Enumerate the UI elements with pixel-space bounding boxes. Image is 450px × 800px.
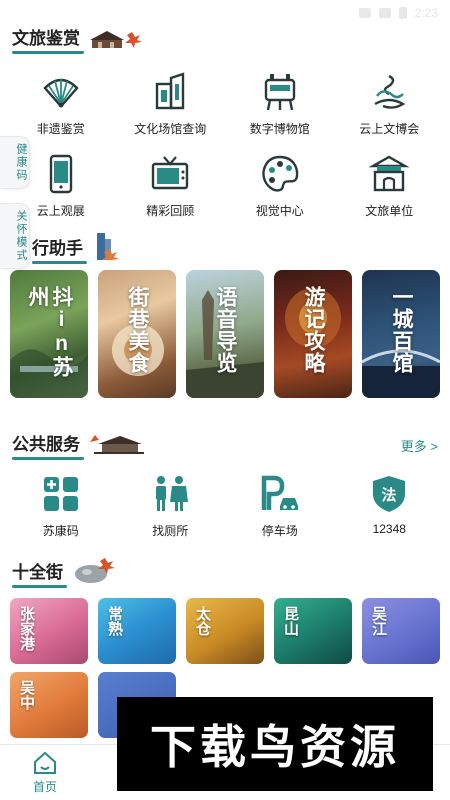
grid-item-heritage[interactable]: 非遗鉴赏 [6,60,116,142]
service-item-legal-hotline[interactable]: 法 12348 [335,466,445,550]
card-travel-guide[interactable]: 游记攻略 [274,270,352,398]
watermark-banner: 下载鸟资源 [117,697,433,791]
travel-cards: 抖in苏州 街巷美食 语音导览 游记攻略 一城百馆 [0,270,450,398]
grid-item-venue-search[interactable]: 文化场馆查询 [116,60,226,142]
section-title: 文旅鉴赏 [12,24,84,54]
service-item-parking[interactable]: 停车场 [225,466,335,550]
grid-item-digital-museum[interactable]: 数字博物馆 [225,60,335,142]
law-shield-icon: 法 [373,476,406,512]
parking-icon [261,475,298,510]
grid-label: 精彩回顾 [146,204,195,218]
side-tab-health-code[interactable]: 健康码 [0,136,30,189]
street-label: 吴江 [370,606,387,636]
public-services-grid: 苏康码 找厕所 停车场 法 12348 [0,466,450,550]
grid-label: 文化场馆查询 [134,122,207,136]
grid-label: 视觉中心 [255,204,304,218]
grid-label: 云上观展 [36,204,85,218]
restroom-icon [156,476,189,511]
grid-label: 数字博物馆 [249,122,310,136]
card-audio-guide[interactable]: 语音导览 [186,270,264,398]
service-item-restroom[interactable]: 找厕所 [116,466,226,550]
section-header-public-services: 公共服务 更多 > [0,426,450,462]
service-label: 12348 [372,522,406,536]
tab-home[interactable]: 首页 [0,745,90,800]
more-link[interactable]: 更多 > [401,436,438,455]
grid-item-cloud-expo[interactable]: 云上文博会 [335,60,445,142]
card-street-food[interactable]: 街巷美食 [98,270,176,398]
card-label: 语音导览 [214,286,237,374]
street-card-kunshan[interactable]: 昆山 [274,598,352,664]
building-icon [156,72,185,110]
grid-label: 云上文博会 [359,122,420,136]
card-label: 街巷美食 [126,286,149,374]
grid-item-highlights[interactable]: 精彩回顾 [116,142,226,224]
street-label: 吴中 [18,680,35,710]
swirl-cloud-icon [374,74,406,109]
health-code-icon [43,477,78,511]
wifi-icon [358,8,371,18]
status-time: 2:23 [414,6,438,20]
street-label: 张家港 [18,606,35,651]
grid-item-units[interactable]: 文旅单位 [335,142,445,224]
card-label: 一城百馆 [390,286,413,374]
rock-maple-decoration-icon [75,558,115,583]
card-label: 抖in苏州 [26,286,73,378]
grid-label: 非遗鉴赏 [36,122,85,136]
card-label: 游记攻略 [302,286,325,374]
appreciation-grid: 非遗鉴赏 文化场馆查询 数字博物馆 云上文博会 云上观展 精彩回顾 视觉中心 文… [0,60,450,224]
service-label: 找厕所 [152,524,189,538]
signal-icon [378,8,391,18]
section-header-travel-assistant: 行助手 [0,230,450,266]
temple-maple-decoration-icon [90,435,144,454]
card-douyin-suzhou[interactable]: 抖in苏州 [10,270,88,398]
tower-maple-decoration-icon [97,233,119,260]
service-item-health-code[interactable]: 苏康码 [6,466,116,550]
home-icon [34,751,56,774]
street-card-wujiang[interactable]: 吴江 [362,598,440,664]
pagoda-gate-icon [368,155,410,192]
phone-icon [49,154,72,194]
tab-label: 首页 [32,780,57,794]
bronze-vessel-icon [264,74,295,111]
service-label: 苏康码 [42,524,79,538]
section-header-shiquan-street: 十全街 [0,554,450,590]
section-title: 十全街 [12,558,67,588]
pavilion-maple-decoration-icon [90,31,142,48]
fan-icon [43,78,79,108]
section-title: 行助手 [32,234,87,264]
section-header-appreciation: 文旅鉴赏 [0,20,450,56]
law-glyph: 法 [382,486,397,504]
street-card-zhangjiagang[interactable]: 张家港 [10,598,88,664]
street-card-wuzhong[interactable]: 吴中 [10,672,88,738]
street-card-changshu[interactable]: 常熟 [98,598,176,664]
street-label: 常熟 [106,606,123,636]
battery-icon [398,7,407,19]
street-label: 太仓 [194,606,211,636]
street-card-taicang[interactable]: 太仓 [186,598,264,664]
service-label: 停车场 [261,524,298,538]
grid-label: 文旅单位 [365,204,414,218]
watermark-text: 下载鸟资源 [150,720,400,774]
street-row-1: 张家港 常熟 太仓 昆山 吴江 [0,598,450,664]
section-title: 公共服务 [12,430,84,460]
street-label: 昆山 [282,606,299,636]
tv-icon [152,156,189,190]
palette-icon [262,155,298,192]
grid-item-visual-center[interactable]: 视觉中心 [225,142,335,224]
side-tabs: 健康码 关怀模式 [0,136,30,283]
side-tab-care-mode[interactable]: 关怀模式 [0,203,30,269]
card-city-museums[interactable]: 一城百馆 [362,270,440,398]
